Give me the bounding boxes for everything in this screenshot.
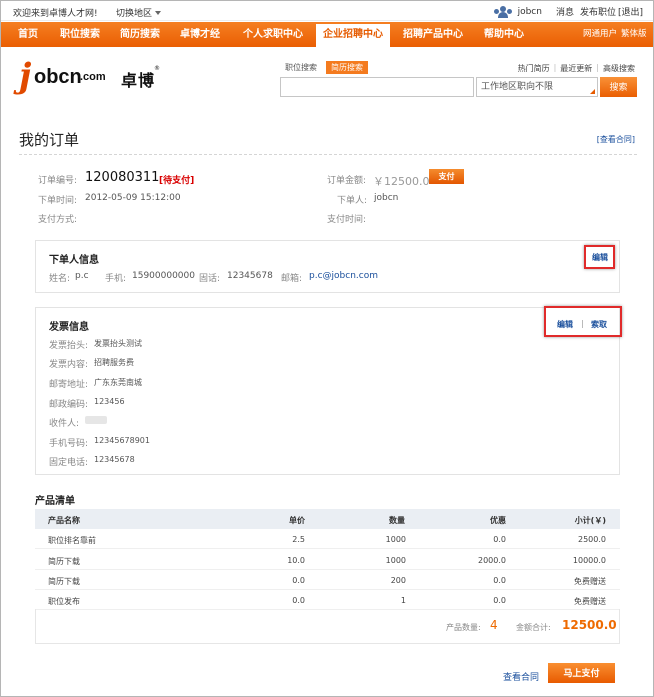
invoice-value: 发票抬头测试: [94, 339, 142, 348]
order-time: 2012-05-09 15:12:00: [85, 193, 181, 203]
buyer-mobile: 15900000000: [132, 271, 195, 281]
logout-link[interactable]: [退出]: [618, 5, 643, 18]
invoice-value: 12345678: [94, 455, 135, 464]
advanced-search-link[interactable]: 高级搜索: [603, 63, 635, 74]
pay-time-label: 支付时间:: [327, 215, 367, 225]
invoice-label: 手机号码:: [49, 439, 89, 449]
action-separator: |: [581, 319, 584, 328]
table-row: 简历下载 0.0 200 0.0 免费赠送: [35, 570, 620, 590]
pay-method-label: 支付方式:: [38, 215, 78, 225]
products-title: 产品清单: [35, 496, 75, 507]
total-label: 金额合计:: [516, 623, 551, 632]
page-title: 我的订单: [19, 131, 80, 149]
invoice-edit-link[interactable]: 编辑: [557, 319, 573, 330]
tab-job-search[interactable]: 职位搜索: [280, 61, 322, 74]
welcome-text: 欢迎来到卓博人才网!: [13, 9, 98, 19]
view-contract-link[interactable]: [查看合同]: [597, 134, 635, 145]
col-name: 产品名称: [48, 516, 80, 525]
order-amount: ￥12500.0: [373, 175, 430, 188]
user-links: jobcn 消息 发布职位 [退出]: [493, 5, 643, 18]
users-icon: [493, 5, 512, 18]
post-job-link[interactable]: 发布职位: [580, 5, 616, 18]
buyer-title: 下单人信息: [49, 255, 99, 266]
buyer-name-label: 姓名:: [49, 274, 71, 284]
buyer-phone: 12345678: [227, 271, 273, 281]
total-amount: 12500.0: [562, 618, 617, 632]
invoice-request-link[interactable]: 索取: [591, 319, 607, 330]
search-button[interactable]: 搜索: [600, 77, 637, 97]
buyer-mobile-label: 手机:: [105, 274, 127, 284]
pay-now-button[interactable]: 马上支付: [548, 663, 615, 683]
invoice-panel: 发票信息 编辑 | 索取 发票抬头: 发票抬头测试 发票内容: 招聘服务费 邮寄…: [35, 306, 622, 475]
invoice-value: 123456: [94, 397, 125, 406]
nav-network-user[interactable]: 网通用户: [583, 22, 617, 47]
buyer-name: p.c: [75, 271, 89, 281]
table-row: 职位排名靠前 2.5 1000 0.0 2500.0: [35, 529, 620, 549]
pay-button[interactable]: 支付: [429, 169, 464, 184]
buyer-panel: 下单人信息 编辑 姓名: p.c 手机: 15900000000 固话: 123…: [35, 240, 620, 293]
table-row: 简历下载 10.0 1000 2000.0 10000.0: [35, 550, 620, 570]
order-no-label: 订单编号:: [38, 176, 78, 186]
nav-job-search[interactable]: 职位搜索: [53, 22, 107, 47]
hot-resume-link[interactable]: 热门简历: [518, 63, 550, 74]
invoice-label: 邮寄地址:: [49, 380, 89, 390]
area-select-value: 工作地区职向不限: [481, 82, 554, 92]
dropdown-corner-icon: [590, 89, 595, 94]
table-row: 职位发布 0.0 1 0.0 免费赠送: [35, 590, 620, 610]
tab-resume-search[interactable]: 简历搜索: [326, 61, 368, 74]
order-time-label: 下单时间:: [38, 196, 78, 206]
invoice-label: 邮政编码:: [49, 400, 89, 410]
col-discount: 优惠: [490, 516, 506, 525]
divider: [19, 154, 637, 155]
table-header: 产品名称 单价 数量 优惠 小计(￥): [35, 509, 620, 529]
invoice-title: 发票信息: [49, 322, 89, 333]
search-input[interactable]: [280, 77, 474, 97]
region-switcher[interactable]: 切换地区: [116, 6, 162, 19]
main-nav: 首页 职位搜索 简历搜索 卓博才经 个人求职中心 企业招聘中心 招聘产品中心 帮…: [1, 22, 653, 47]
username: jobcn: [517, 6, 542, 17]
nav-traditional[interactable]: 繁体版: [621, 22, 647, 47]
recipient-blurred: [85, 416, 107, 424]
buyer-email[interactable]: p.c@jobcn.com: [309, 271, 378, 281]
top-bar: 欢迎来到卓博人才网! 切换地区 jobcn 消息 发布职位 [退出]: [1, 1, 653, 21]
products-summary: 产品数量: 4 金额合计: 12500.0: [35, 609, 620, 644]
nav-help-center[interactable]: 帮助中心: [477, 22, 531, 47]
nav-products-center[interactable]: 招聘产品中心: [397, 22, 469, 47]
buyer-email-label: 邮箱:: [281, 274, 303, 284]
nav-home[interactable]: 首页: [7, 22, 49, 47]
messages-link[interactable]: 消息: [556, 5, 574, 18]
region-label: 切换地区: [116, 9, 153, 19]
invoice-value: 招聘服务费: [94, 358, 134, 367]
status-badge: [待支付]: [159, 176, 195, 186]
col-price: 单价: [289, 516, 305, 525]
order-user: jobcn: [374, 193, 399, 203]
invoice-value: 广东东莞南城: [94, 378, 142, 387]
order-no: 120080311: [85, 170, 160, 185]
amount-label: 订单金额:: [327, 176, 367, 186]
view-contract-bottom-link[interactable]: 查看合同: [503, 670, 539, 683]
search-hot-links: 热门简历 | 最近更新 | 高级搜索: [517, 63, 635, 74]
search-tabs: 职位搜索 简历搜索: [280, 61, 368, 75]
recent-update-link[interactable]: 最近更新: [560, 63, 592, 74]
nav-resume-search[interactable]: 简历搜索: [113, 22, 167, 47]
nav-jobseeker-center[interactable]: 个人求职中心: [237, 22, 309, 47]
invoice-value: 12345678901: [94, 436, 150, 445]
area-select[interactable]: 工作地区职向不限: [476, 77, 598, 97]
col-qty: 数量: [389, 516, 405, 525]
buyer-edit-link[interactable]: 编辑: [592, 252, 608, 263]
buyer-phone-label: 固话:: [199, 274, 221, 284]
nav-career[interactable]: 卓博才经: [173, 22, 227, 47]
order-user-label: 下单人:: [337, 196, 368, 206]
invoice-label: 发票抬头:: [49, 341, 89, 351]
page-frame: 欢迎来到卓博人才网! 切换地区 jobcn 消息 发布职位 [退出] 首页 职位…: [0, 0, 654, 697]
invoice-label: 固定电话:: [49, 458, 89, 468]
invoice-label: 发票内容:: [49, 360, 89, 370]
count-label: 产品数量:: [446, 623, 481, 632]
chevron-down-icon: [155, 11, 162, 15]
nav-employer-center[interactable]: 企业招聘中心: [316, 24, 390, 47]
col-subtotal: 小计(￥): [574, 516, 606, 525]
invoice-label: 收件人:: [49, 419, 80, 429]
product-count: 4: [490, 618, 498, 632]
